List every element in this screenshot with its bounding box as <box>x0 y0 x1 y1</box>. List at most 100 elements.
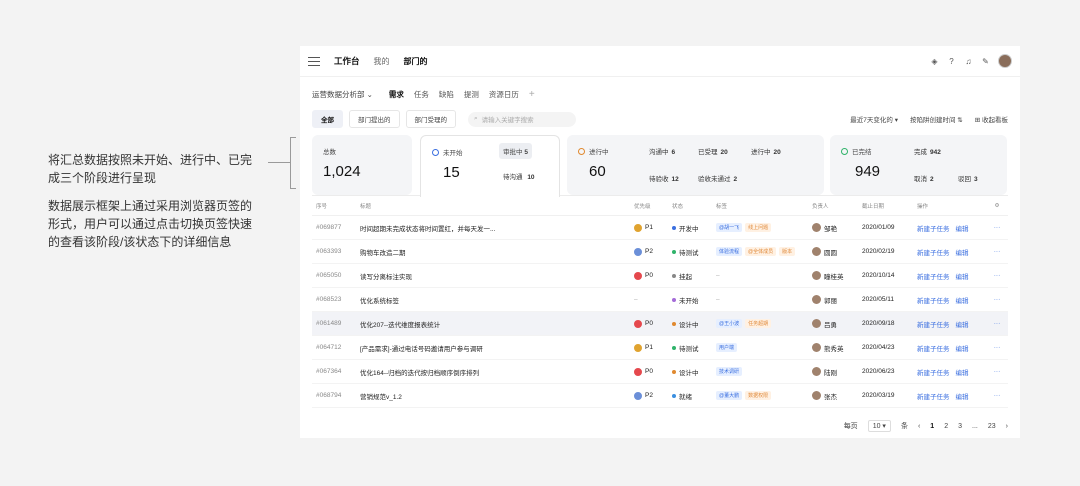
tag[interactable]: @全体成员 <box>745 247 777 256</box>
tab-defects[interactable]: 缺陷 <box>439 89 454 100</box>
row-title[interactable]: [产品需求]-通过电话号码邀请用户参与调研 <box>360 343 634 353</box>
edit-link[interactable]: 编辑 <box>956 223 969 233</box>
new-subtask-link[interactable]: 新建子任务 <box>917 391 950 401</box>
status-label[interactable]: 挂起 <box>679 271 692 281</box>
page-3[interactable]: 3 <box>958 423 962 430</box>
filter-accepted[interactable]: 部门受理的 <box>405 110 456 128</box>
due-date: 2020/09/18 <box>862 320 895 327</box>
pen-icon[interactable]: ✎ <box>981 57 990 66</box>
status-label[interactable]: 设计中 <box>679 367 699 377</box>
tag[interactable]: 用户端 <box>716 343 738 352</box>
card-done[interactable]: 已完结 949 完成 942 取消 2 驳回 3 <box>830 135 1007 195</box>
row-title[interactable]: 营销规范v_1.2 <box>360 391 634 401</box>
more-icon[interactable]: ··· <box>987 392 1007 399</box>
tag[interactable]: @胡一飞 <box>716 223 743 232</box>
sort-button[interactable]: 按陷阱创建时间 ⇅ <box>910 114 963 124</box>
more-icon[interactable]: ··· <box>987 224 1007 231</box>
status-label[interactable]: 未开始 <box>679 295 699 305</box>
table-row[interactable]: #068523 优化系统标签 – 未开始 – 郭丽 2020/05/11 新建子… <box>312 288 1008 312</box>
table-row[interactable]: #067364 优化164--归档的迭代按归档顺序倒序排列 P0 设计中 技术调… <box>312 360 1008 384</box>
recent-filter[interactable]: 最近7天变化的 ▾ <box>850 114 898 124</box>
status-label[interactable]: 开发中 <box>679 223 699 233</box>
status-icon <box>578 147 585 155</box>
edit-link[interactable]: 编辑 <box>956 295 969 305</box>
tab-tests[interactable]: 提测 <box>464 89 479 100</box>
new-subtask-link[interactable]: 新建子任务 <box>917 295 950 305</box>
graduation-icon[interactable]: ◈ <box>930 57 939 66</box>
row-id: #068794 <box>316 392 342 399</box>
search-input[interactable]: ⌕ 请输入关键字搜索 <box>468 111 576 127</box>
page-size-select[interactable]: 10 ▾ <box>867 420 891 432</box>
new-subtask-link[interactable]: 新建子任务 <box>917 271 950 281</box>
bell-icon[interactable]: ♫ <box>964 57 973 66</box>
more-icon[interactable]: ··· <box>987 296 1007 303</box>
page-2[interactable]: 2 <box>944 423 948 430</box>
row-title[interactable]: 优化207--迭代维度报表统计 <box>360 319 634 329</box>
nav-workbench[interactable]: 工作台 <box>334 55 360 67</box>
owner-name: 陆刚 <box>824 369 837 377</box>
project-select[interactable]: 运营数据分析部 ⌄ <box>312 89 373 100</box>
row-title[interactable]: 读写分离标注实现 <box>360 271 634 281</box>
more-icon[interactable]: ··· <box>987 344 1007 351</box>
collapse-board-button[interactable]: ⊞ 收起看板 <box>975 114 1008 124</box>
tag[interactable]: 版本 <box>779 247 796 256</box>
tag[interactable]: 任务超期 <box>745 319 772 328</box>
page-1[interactable]: 1 <box>930 423 934 430</box>
table-row[interactable]: #068794 营销规范v_1.2 P2 就绪 @董大鹏 数据权限 张杰 2020… <box>312 384 1008 408</box>
owner-name: 瞳桂英 <box>824 273 844 281</box>
more-icon[interactable]: ··· <box>987 272 1007 279</box>
more-icon[interactable]: ··· <box>987 248 1007 255</box>
avatar[interactable] <box>998 54 1012 68</box>
tab-requirements[interactable]: 需求 <box>389 89 404 100</box>
priority-label: P1 <box>645 344 653 351</box>
row-title[interactable]: 优化164--归档的迭代按归档顺序倒序排列 <box>360 367 634 377</box>
row-title[interactable]: 优化系统标签 <box>360 295 634 305</box>
filter-all[interactable]: 全部 <box>312 110 343 128</box>
new-subtask-link[interactable]: 新建子任务 <box>917 367 950 377</box>
tag[interactable]: 线上问题 <box>745 223 772 232</box>
tag[interactable]: 体验流程 <box>716 247 743 256</box>
row-title[interactable]: 时间超期未完成状态将时间置红，并每天发一... <box>360 223 634 233</box>
row-title[interactable]: 购物车改造二期 <box>360 247 634 257</box>
edit-link[interactable]: 编辑 <box>956 247 969 257</box>
more-icon[interactable]: ··· <box>987 320 1007 327</box>
new-subtask-link[interactable]: 新建子任务 <box>917 319 950 329</box>
status-label[interactable]: 就绪 <box>679 391 692 401</box>
card-not-started[interactable]: 未开始 15 审批中 5 待沟通 10 <box>420 135 560 197</box>
edit-link[interactable]: 编辑 <box>956 271 969 281</box>
nav-mine[interactable]: 我的 <box>374 56 390 67</box>
table-row[interactable]: #063393 购物车改造二期 P2 待测试 体验流程 @全体成员 版本 圆圆 20… <box>312 240 1008 264</box>
status-label[interactable]: 设计中 <box>679 319 699 329</box>
nav-department[interactable]: 部门的 <box>404 56 428 67</box>
tag[interactable]: 数据权限 <box>745 391 772 400</box>
tag[interactable]: @王小波 <box>716 319 743 328</box>
more-icon[interactable]: ··· <box>987 368 1007 375</box>
table-row[interactable]: #061489 优化207--迭代维度报表统计 P0 设计中 @王小波 任务超期 … <box>312 312 1008 336</box>
card-in-progress[interactable]: 进行中 60 沟通中 6 已受理 20 进行中 20 待验收 12 验收未通过 2 <box>567 135 824 195</box>
page-last[interactable]: 23 <box>988 423 996 430</box>
status-label[interactable]: 待测试 <box>679 343 699 353</box>
table-row[interactable]: #065050 读写分离标注实现 P0 挂起 – 瞳桂英 2020/10/14 … <box>312 264 1008 288</box>
next-page-button[interactable]: › <box>1006 423 1008 430</box>
table-row[interactable]: #064712 [产品需求]-通过电话号码邀请用户参与调研 P1 待测试 用户端… <box>312 336 1008 360</box>
edit-link[interactable]: 编辑 <box>956 391 969 401</box>
tab-calendar[interactable]: 资源日历 <box>489 89 519 100</box>
edit-link[interactable]: 编辑 <box>956 319 969 329</box>
help-icon[interactable]: ? <box>947 57 956 66</box>
add-tab-button[interactable]: + <box>529 89 535 100</box>
new-subtask-link[interactable]: 新建子任务 <box>917 343 950 353</box>
new-subtask-link[interactable]: 新建子任务 <box>917 247 950 257</box>
table-row[interactable]: #069877 时间超期未完成状态将时间置红，并每天发一... P1 开发中 @… <box>312 216 1008 240</box>
card-total[interactable]: 总数 1,024 <box>312 135 412 195</box>
new-subtask-link[interactable]: 新建子任务 <box>917 223 950 233</box>
filter-raised[interactable]: 部门提出的 <box>349 110 400 128</box>
edit-link[interactable]: 编辑 <box>956 367 969 377</box>
tag[interactable]: 技术调研 <box>716 367 743 376</box>
status-label[interactable]: 待测试 <box>679 247 699 257</box>
tab-tasks[interactable]: 任务 <box>414 89 429 100</box>
settings-icon[interactable]: ⚙ <box>987 203 1007 209</box>
tag[interactable]: @董大鹏 <box>716 391 743 400</box>
edit-link[interactable]: 编辑 <box>956 343 969 353</box>
prev-page-button[interactable]: ‹ <box>918 423 920 430</box>
menu-icon[interactable] <box>308 55 320 67</box>
